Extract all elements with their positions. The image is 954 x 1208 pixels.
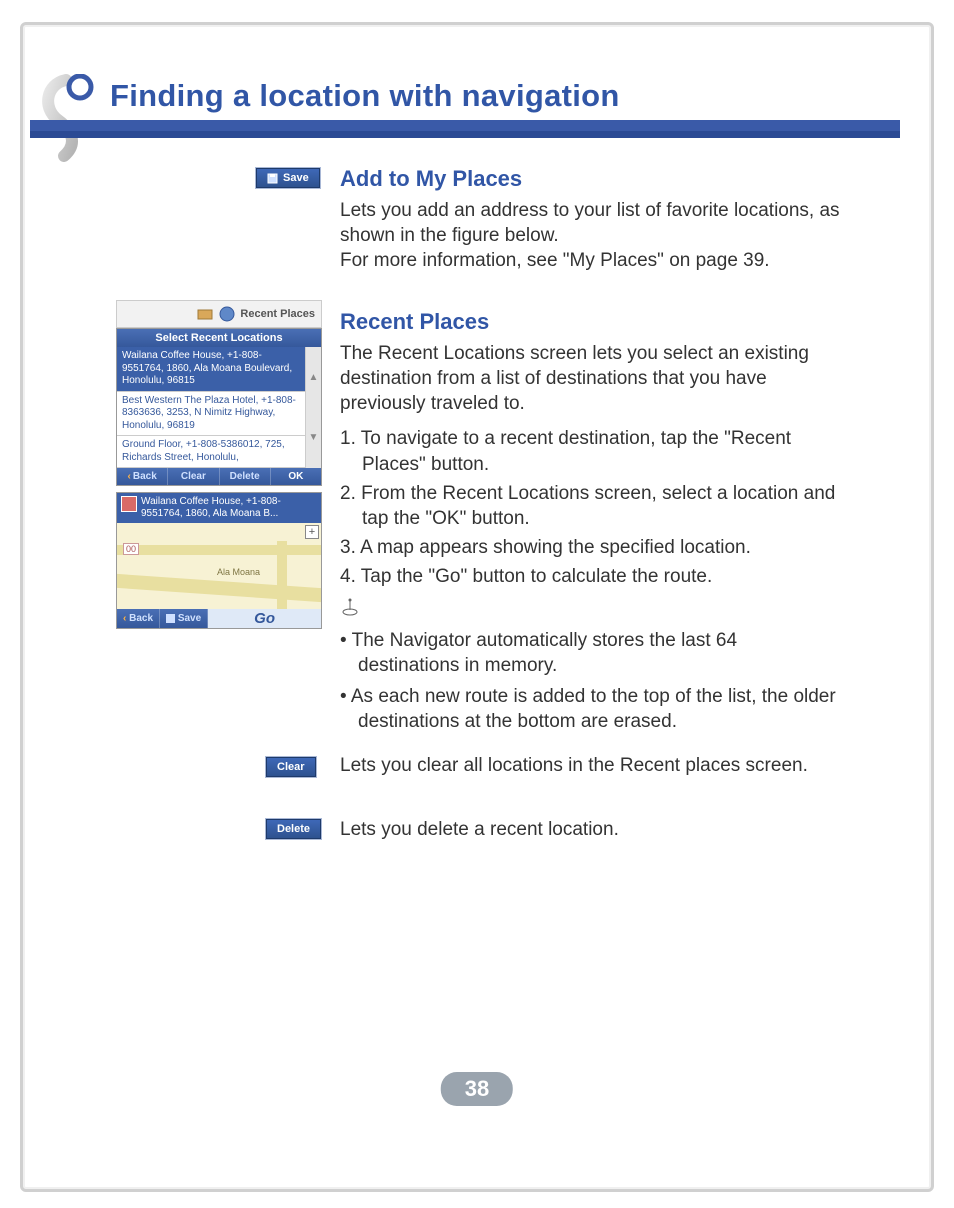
clear-description: Lets you clear all locations in the Rece… xyxy=(340,753,840,778)
map-back-button[interactable]: ‹ Back xyxy=(117,609,160,628)
header-label: Recent Places xyxy=(240,308,315,320)
bullet-1: • The Navigator automatically stores the… xyxy=(340,628,840,678)
recent-list: Wailana Coffee House, +1-808-9551764, 18… xyxy=(117,347,305,468)
recent-bullets: • The Navigator automatically stores the… xyxy=(340,628,840,734)
heading-add-to-my-places: Add to My Places xyxy=(340,166,840,192)
save-icon xyxy=(166,614,175,623)
delete-button[interactable]: Delete xyxy=(266,819,321,839)
save-button-label: Save xyxy=(283,172,309,184)
map-panel: Wailana Coffee House, +1-808-9551764, 18… xyxy=(116,492,322,629)
delete-button-figure: Delete xyxy=(266,819,321,839)
delete-description: Lets you delete a recent location. xyxy=(340,817,840,842)
map-view[interactable]: Ala Moana 00 + xyxy=(117,523,321,609)
list-item[interactable]: Best Western The Plaza Hotel, +1-808-836… xyxy=(117,392,305,437)
add-paragraph-2: For more information, see "My Places" on… xyxy=(340,248,840,273)
title-rule xyxy=(30,120,900,138)
back-button[interactable]: ‹Back xyxy=(117,468,168,485)
chevron-left-icon: ‹ xyxy=(128,471,131,482)
folder-icon xyxy=(196,305,214,323)
heading-recent-places: Recent Places xyxy=(340,309,840,335)
ok-button[interactable]: OK xyxy=(271,468,321,485)
scroll-down-icon[interactable]: ▼ xyxy=(306,408,321,469)
scrollbar[interactable]: ▲ ▼ xyxy=(305,347,321,468)
page-number: 38 xyxy=(441,1072,513,1106)
save-button-figure: Save xyxy=(256,168,320,189)
delete-button-small[interactable]: Delete xyxy=(220,468,271,485)
step-2: 2. From the Recent Locations screen, sel… xyxy=(340,481,840,531)
save-button[interactable]: Save xyxy=(256,168,320,188)
clear-button-figure: Clear xyxy=(266,757,316,777)
map-title-bar: Wailana Coffee House, +1-808-9551764, 18… xyxy=(117,493,321,523)
map-title: Wailana Coffee House, +1-808-9551764, 18… xyxy=(141,496,281,519)
recent-steps: 1. To navigate to a recent destination, … xyxy=(340,426,840,588)
recent-intro: The Recent Locations screen lets you sel… xyxy=(340,341,840,416)
page-title: Finding a location with navigation xyxy=(110,78,620,114)
go-button[interactable]: Go xyxy=(208,609,321,628)
panel-title: Select Recent Locations xyxy=(117,329,321,347)
clear-button-label: Clear xyxy=(277,761,305,773)
chevron-left-icon: ‹ xyxy=(123,613,126,624)
map-button-row: ‹ Back Save Go xyxy=(117,609,321,628)
content-column: Add to My Places Lets you add an address… xyxy=(340,166,840,734)
map-save-button[interactable]: Save xyxy=(160,609,208,628)
swirl-icon xyxy=(36,74,96,162)
step-4: 4. Tap the "Go" button to calculate the … xyxy=(340,564,840,589)
map-label: Ala Moana xyxy=(217,567,260,577)
bullet-2: • As each new route is added to the top … xyxy=(340,684,840,734)
device-screenshots: Recent Places Select Recent Locations Wa… xyxy=(116,300,322,629)
panel-button-row: ‹Back Clear Delete OK xyxy=(117,468,321,485)
delete-button-label: Delete xyxy=(277,823,310,835)
select-recent-panel: Select Recent Locations Wailana Coffee H… xyxy=(116,328,322,486)
list-item[interactable]: Wailana Coffee House, +1-808-9551764, 18… xyxy=(117,347,305,392)
clear-button-small[interactable]: Clear xyxy=(168,468,219,485)
step-1: 1. To navigate to a recent destination, … xyxy=(340,426,840,476)
scroll-up-icon[interactable]: ▲ xyxy=(306,347,321,408)
list-item[interactable]: Ground Floor, +1-808-5386012, 725, Richa… xyxy=(117,436,305,468)
add-paragraph-1: Lets you add an address to your list of … xyxy=(340,198,840,248)
globe-icon xyxy=(218,305,236,323)
zoom-in-button[interactable]: + xyxy=(305,525,319,539)
poi-icon xyxy=(121,496,137,512)
clear-button[interactable]: Clear xyxy=(266,757,316,777)
step-3: 3. A map appears showing the specified l… xyxy=(340,535,840,560)
recent-places-header: Recent Places xyxy=(116,300,322,328)
map-marker: 00 xyxy=(123,543,139,555)
note-icon xyxy=(340,597,840,622)
save-icon xyxy=(267,173,278,184)
